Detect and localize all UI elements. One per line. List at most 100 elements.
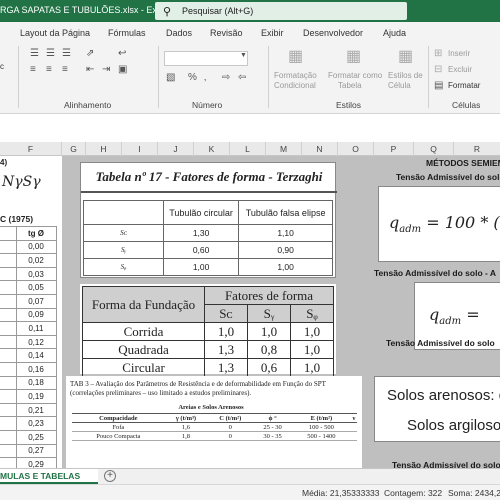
tg-value-cell[interactable]: 0,03	[15, 266, 57, 282]
tg-value-cell[interactable]: 0,23	[15, 416, 57, 431]
align-left-icon[interactable]: ≡	[30, 64, 36, 75]
tg-value-cell[interactable]: 0,16	[15, 361, 57, 377]
align-middle-icon[interactable]: ☰	[46, 48, 55, 59]
t3-cell	[350, 431, 357, 441]
col-header-p[interactable]: P	[374, 142, 414, 156]
format-icon[interactable]: ▤	[434, 80, 443, 91]
col-header-m[interactable]: M	[266, 142, 302, 156]
add-sheet-icon[interactable]: +	[104, 470, 116, 482]
tg-value-cell[interactable]: 0,19	[15, 389, 57, 404]
orientation-icon[interactable]: ⇗	[86, 48, 94, 59]
percent-icon[interactable]: %	[188, 72, 197, 83]
t17-cell: 0,90	[238, 241, 333, 259]
t3-cell: Pouco Compacta	[72, 431, 165, 441]
col-header-o[interactable]: O	[338, 142, 374, 156]
insert-icon[interactable]: ⊞	[434, 48, 442, 59]
col-header-g[interactable]: G	[62, 142, 86, 156]
worksheet[interactable]: 4) NγSγ C (1975) tg Ø 0,00 0,02 0,03 0,05 0,0…	[0, 156, 500, 468]
tg-value-cell[interactable]: 0,27	[15, 443, 57, 459]
delete-label[interactable]: Excluir	[448, 65, 472, 75]
tg-value-cell[interactable]: 0,21	[15, 402, 57, 418]
ref-fragment: C (1975)	[0, 214, 34, 224]
tg-value-cell[interactable]: 0,25	[15, 429, 57, 445]
formula-bar-area	[0, 114, 500, 142]
t17-cell: 1,10	[238, 224, 333, 242]
t3-cell: 500 - 1400	[291, 431, 351, 441]
insert-label[interactable]: Inserir	[448, 49, 470, 59]
t3-cell: 25 - 30	[253, 422, 292, 432]
tg-value-cell[interactable]: 0,00	[15, 239, 57, 255]
delete-icon[interactable]: ⊟	[434, 64, 442, 75]
ff-cell: 1,0	[247, 322, 291, 341]
tab-exibir[interactable]: Exibir	[261, 28, 284, 38]
col-header-n[interactable]: N	[302, 142, 338, 156]
t3-cell: Fofa	[72, 422, 165, 432]
tg-value-cell[interactable]: 0,09	[15, 307, 57, 323]
indent-decrease-icon[interactable]: ⇤	[86, 64, 94, 75]
group-celulas-label: Células	[452, 100, 481, 110]
thousands-icon[interactable]: ‚	[204, 72, 206, 83]
tg-value-cell[interactable]: 0,14	[15, 348, 57, 363]
col-header-r[interactable]: R	[454, 142, 500, 156]
cell-styles-icon[interactable]: ▦	[398, 46, 413, 66]
t17-header-elipse: Tubulão falsa elipse	[238, 200, 333, 225]
t3-header: γ (t/m³)	[164, 413, 208, 423]
tg-value-cell[interactable]: 0,18	[15, 375, 57, 391]
align-bottom-icon[interactable]: ☰	[62, 48, 71, 59]
search-box[interactable]: ⚲ Pesquisar (Alt+G)	[155, 2, 407, 20]
tg-value-cell[interactable]: 0,11	[15, 321, 57, 336]
format-table-label-1[interactable]: Formatar como	[328, 71, 382, 81]
format-table-label-2[interactable]: Tabela	[338, 81, 362, 91]
tg-value-cell[interactable]: 0,12	[15, 334, 57, 350]
align-center-icon[interactable]: ≡	[46, 64, 52, 75]
ff-cell: 1,0	[290, 322, 334, 341]
t17-header-empty	[83, 200, 164, 225]
conditional-format-label-2[interactable]: Condicional	[274, 81, 316, 91]
t3-cell: 100 - 500	[291, 422, 351, 432]
col-header-f[interactable]: F	[0, 142, 62, 156]
col-header-q[interactable]: Q	[414, 142, 454, 156]
col-header-k[interactable]: K	[194, 142, 230, 156]
tg-row-index	[0, 293, 17, 309]
tab-dados[interactable]: Dados	[166, 28, 192, 38]
solos-box: Solos arenosos: q Solos argiloso	[374, 376, 500, 442]
chevron-down-icon: ▼	[240, 52, 247, 59]
status-bar: Média: 21,35333333 Contagem: 322 Soma: 2…	[0, 484, 500, 500]
align-top-icon[interactable]: ☰	[30, 48, 39, 59]
cell-styles-label-2[interactable]: Célula	[388, 81, 411, 91]
merge-center-icon[interactable]: ▣	[118, 64, 127, 75]
conditional-format-label-1[interactable]: Formatação	[274, 71, 317, 81]
col-header-i[interactable]: I	[122, 142, 158, 156]
tab-revisao[interactable]: Revisão	[210, 28, 243, 38]
sheet-tab-active[interactable]: MULAS E TABELAS	[0, 469, 98, 484]
format-label[interactable]: Formatar	[448, 81, 480, 91]
tg-value-cell[interactable]: 0,05	[15, 280, 57, 295]
align-right-icon[interactable]: ≡	[62, 64, 68, 75]
tab-desenvolvedor[interactable]: Desenvolvedor	[303, 28, 363, 38]
t17-cell: 1,30	[162, 224, 240, 242]
font-fragment: c	[0, 62, 4, 71]
tab-ajuda[interactable]: Ajuda	[383, 28, 406, 38]
tab-layout[interactable]: Layout da Página	[20, 28, 90, 38]
tg-value-cell[interactable]: 0,02	[15, 253, 57, 268]
cell-styles-label-1[interactable]: Estilos de	[388, 71, 423, 81]
col-header-j[interactable]: J	[158, 142, 194, 156]
wrap-text-icon[interactable]: ↩	[118, 48, 126, 59]
t17-row-label: Sᴄ	[83, 224, 164, 242]
ff-row: Circular 1,3 0,6 1,0	[82, 358, 334, 377]
currency-icon[interactable]: ▧	[166, 72, 175, 83]
ff-header-group: Fatores de forma	[204, 286, 334, 305]
conditional-format-icon[interactable]: ▦	[288, 46, 303, 66]
indent-increase-icon[interactable]: ⇥	[102, 64, 110, 75]
tab-formulas[interactable]: Fórmulas	[108, 28, 146, 38]
decrease-decimal-icon[interactable]: ⇦	[238, 72, 246, 83]
col-header-h[interactable]: H	[86, 142, 122, 156]
tg-table: tg Ø 0,00 0,02 0,03 0,05 0,07 0,09 0,11 0,12 0,14…	[0, 226, 57, 468]
number-format-dropdown[interactable]	[164, 51, 248, 66]
col-header-l[interactable]: L	[230, 142, 266, 156]
tg-value-cell[interactable]: 0,29	[15, 457, 57, 468]
format-table-icon[interactable]: ▦	[346, 46, 361, 66]
tg-row-index	[0, 239, 17, 255]
tg-value-cell[interactable]: 0,07	[15, 293, 57, 309]
increase-decimal-icon[interactable]: ⇨	[222, 72, 230, 83]
